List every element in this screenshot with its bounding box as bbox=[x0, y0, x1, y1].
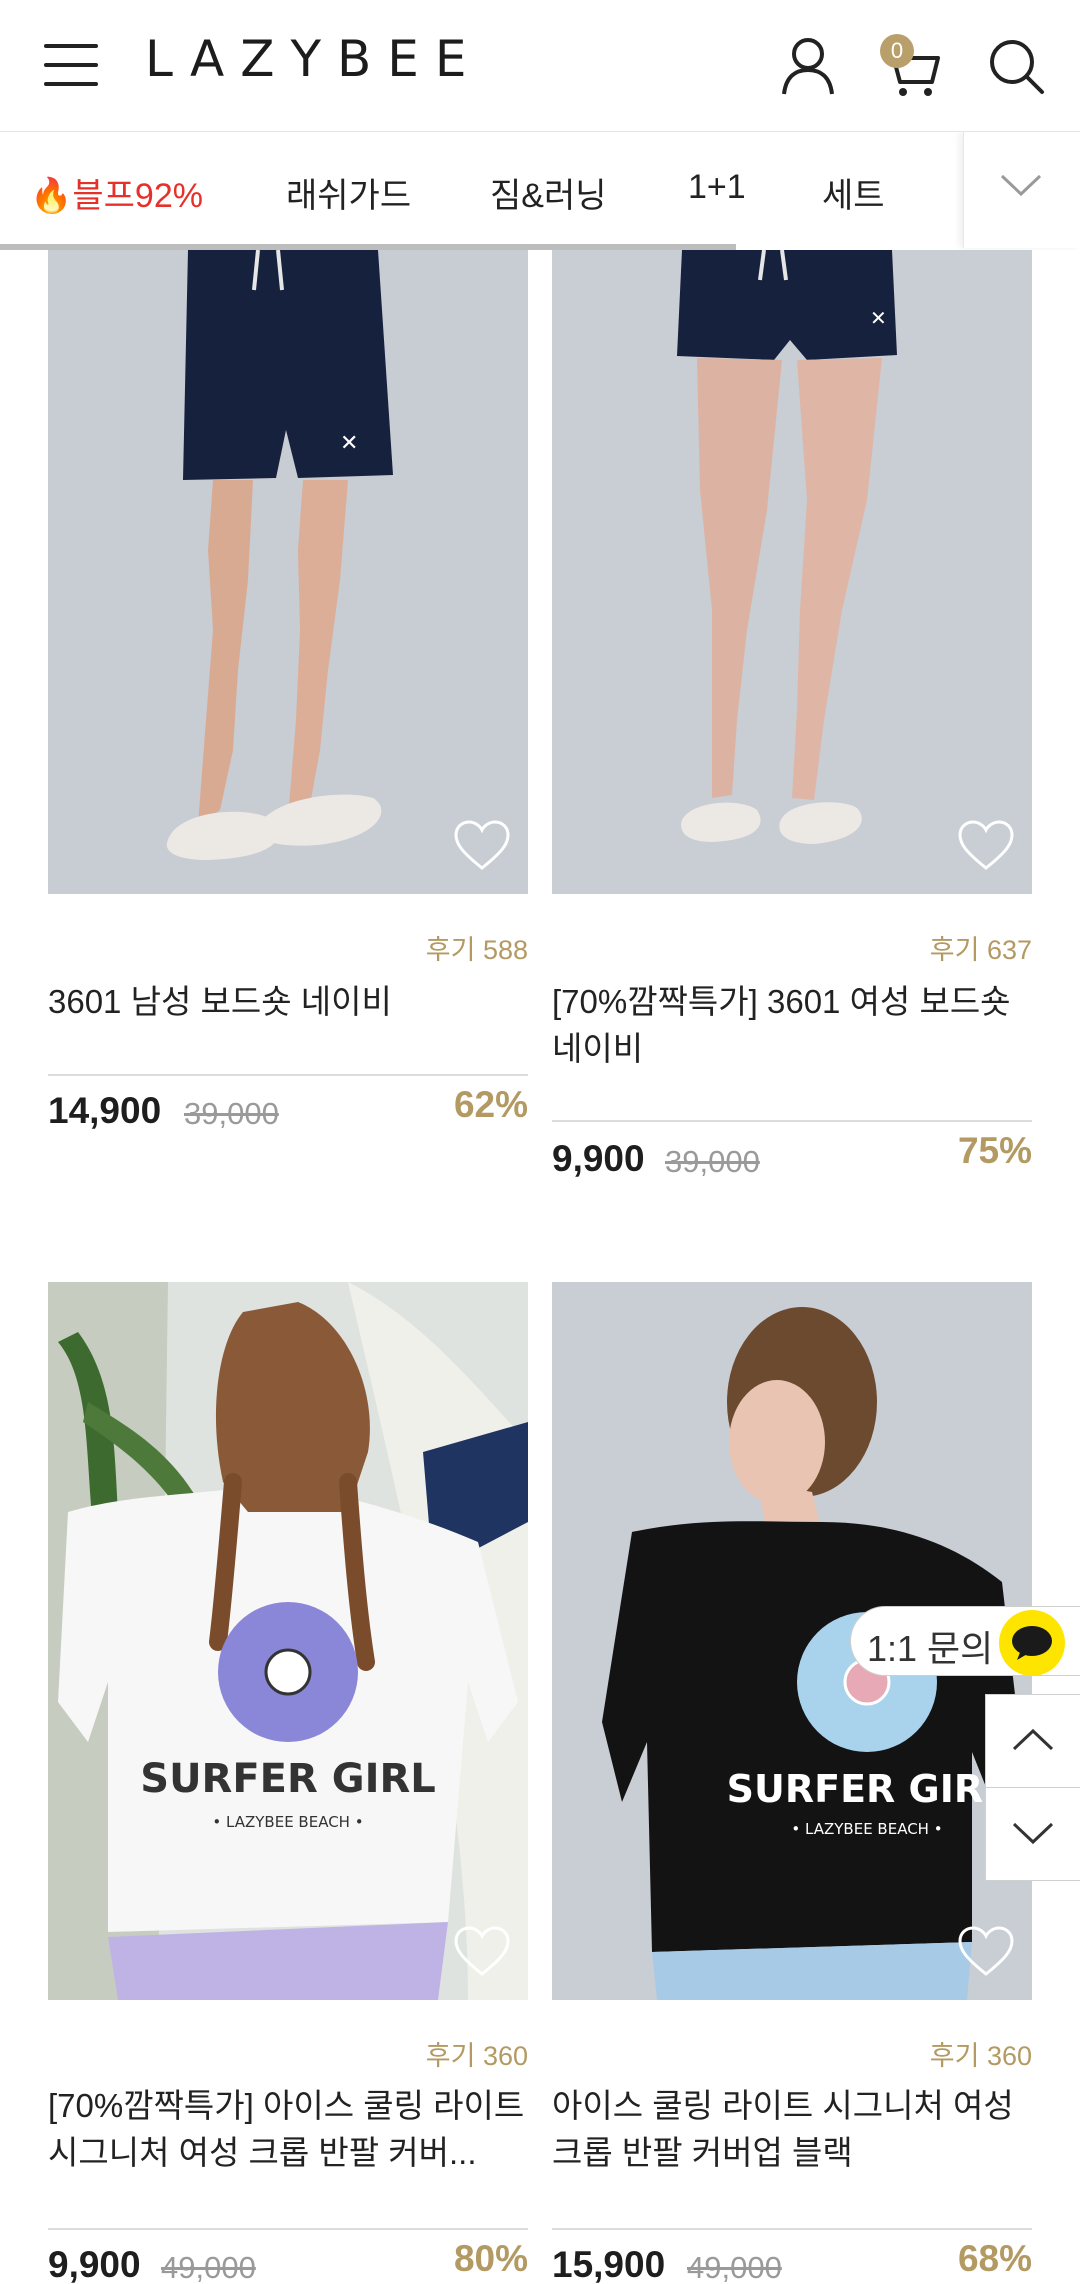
heart-icon[interactable] bbox=[956, 1924, 1016, 1980]
svg-text:✕: ✕ bbox=[870, 306, 887, 330]
search-icon[interactable] bbox=[982, 32, 1050, 100]
cart-count-badge: 0 bbox=[880, 34, 914, 68]
original-price: 49,000 bbox=[687, 2250, 782, 2284]
chevron-down-icon bbox=[1012, 1822, 1054, 1845]
original-price: 49,000 bbox=[161, 2250, 256, 2284]
discount-rate: 68% bbox=[957, 2238, 1032, 2279]
tab-gym-running[interactable]: 짐&러닝 bbox=[490, 168, 607, 217]
product-image[interactable]: ✕ bbox=[552, 250, 1032, 894]
scroll-top-button[interactable] bbox=[985, 1694, 1080, 1788]
discount-rate: 62% bbox=[453, 1084, 528, 1125]
sale-price: 14,900 bbox=[48, 1090, 162, 1131]
tab-one-plus-one[interactable]: 1+1 bbox=[688, 168, 746, 207]
product-card[interactable]: ✕ 후기 588 3601 남성 보드숏 네이비 14,900 39,000 6… bbox=[48, 250, 528, 1150]
original-price: 39,000 bbox=[665, 1144, 760, 1179]
one-to-one-inquiry-button[interactable]: 1:1 문의 bbox=[850, 1606, 1080, 1676]
review-count: 후기 360 bbox=[425, 2041, 528, 2071]
original-price: 39,000 bbox=[184, 1096, 279, 1131]
review-count: 후기 637 bbox=[929, 935, 1032, 965]
sale-price: 9,900 bbox=[48, 2244, 141, 2284]
kakao-chat-icon bbox=[999, 1610, 1065, 1676]
sale-price: 9,900 bbox=[552, 1138, 645, 1179]
heart-icon[interactable] bbox=[452, 818, 512, 874]
product-image[interactable]: ✕ bbox=[48, 250, 528, 894]
product-name[interactable]: 아이스 쿨링 라이트 시그니처 여성 크롭 반팔 커버업 블랙 bbox=[552, 2082, 1032, 2176]
product-image[interactable]: SURFER GIRL • LAZYBEE BEACH • bbox=[48, 1282, 528, 2000]
review-count: 후기 588 bbox=[425, 935, 528, 965]
tabs-scroll-indicator bbox=[0, 244, 736, 250]
top-header: LAZYBEE 0 bbox=[0, 0, 1080, 132]
tabs-expand-button[interactable] bbox=[963, 132, 1080, 248]
discount-rate: 75% bbox=[957, 1130, 1032, 1171]
discount-rate: 80% bbox=[453, 2238, 528, 2279]
brand-logo[interactable]: LAZYBEE bbox=[145, 30, 483, 88]
category-tabs: 🔥블프92% 래쉬가드 짐&러닝 1+1 세트 bbox=[0, 132, 1080, 250]
product-card[interactable]: SURFER GIRL • LAZYBEE BEACH • 후기 360 아이스… bbox=[552, 1282, 1032, 2284]
review-count: 후기 360 bbox=[929, 2041, 1032, 2071]
svg-text:✕: ✕ bbox=[340, 431, 358, 456]
heart-icon[interactable] bbox=[452, 1924, 512, 1980]
chevron-down-icon bbox=[1000, 174, 1042, 197]
chevron-up-icon bbox=[1012, 1728, 1054, 1751]
scroll-bottom-button[interactable] bbox=[985, 1787, 1080, 1881]
print-title: SURFER GIRL bbox=[140, 1756, 435, 1802]
product-card[interactable]: SURFER GIRL • LAZYBEE BEACH • 후기 360 [70… bbox=[48, 1282, 528, 2284]
menu-icon[interactable] bbox=[44, 44, 98, 86]
tab-rashguard[interactable]: 래쉬가드 bbox=[286, 168, 411, 217]
tab-set[interactable]: 세트 bbox=[822, 168, 885, 217]
product-name[interactable]: [70%깜짝특가] 3601 여성 보드숏 네이비 bbox=[552, 978, 1032, 1072]
product-name[interactable]: 3601 남성 보드숏 네이비 bbox=[48, 978, 528, 1025]
sale-price: 15,900 bbox=[552, 2244, 666, 2284]
product-name[interactable]: [70%깜짝특가] 아이스 쿨링 라이트 시그니처 여성 크롭 반팔 커버... bbox=[48, 2082, 528, 2176]
print-subtitle: • LAZYBEE BEACH • bbox=[212, 1813, 363, 1831]
inquiry-label: 1:1 문의 bbox=[867, 1628, 994, 1669]
product-card[interactable]: ✕ 후기 637 [70%깜짝특가] 3601 여성 보드숏 네이비 9,900… bbox=[552, 250, 1032, 1200]
print-title: SURFER GIRL bbox=[727, 1767, 1008, 1811]
fire-icon: 🔥 bbox=[30, 177, 73, 215]
tab-black-friday[interactable]: 🔥블프92% bbox=[30, 168, 203, 217]
heart-icon[interactable] bbox=[956, 818, 1016, 874]
user-icon[interactable] bbox=[774, 32, 842, 100]
print-subtitle: • LAZYBEE BEACH • bbox=[791, 1820, 942, 1838]
